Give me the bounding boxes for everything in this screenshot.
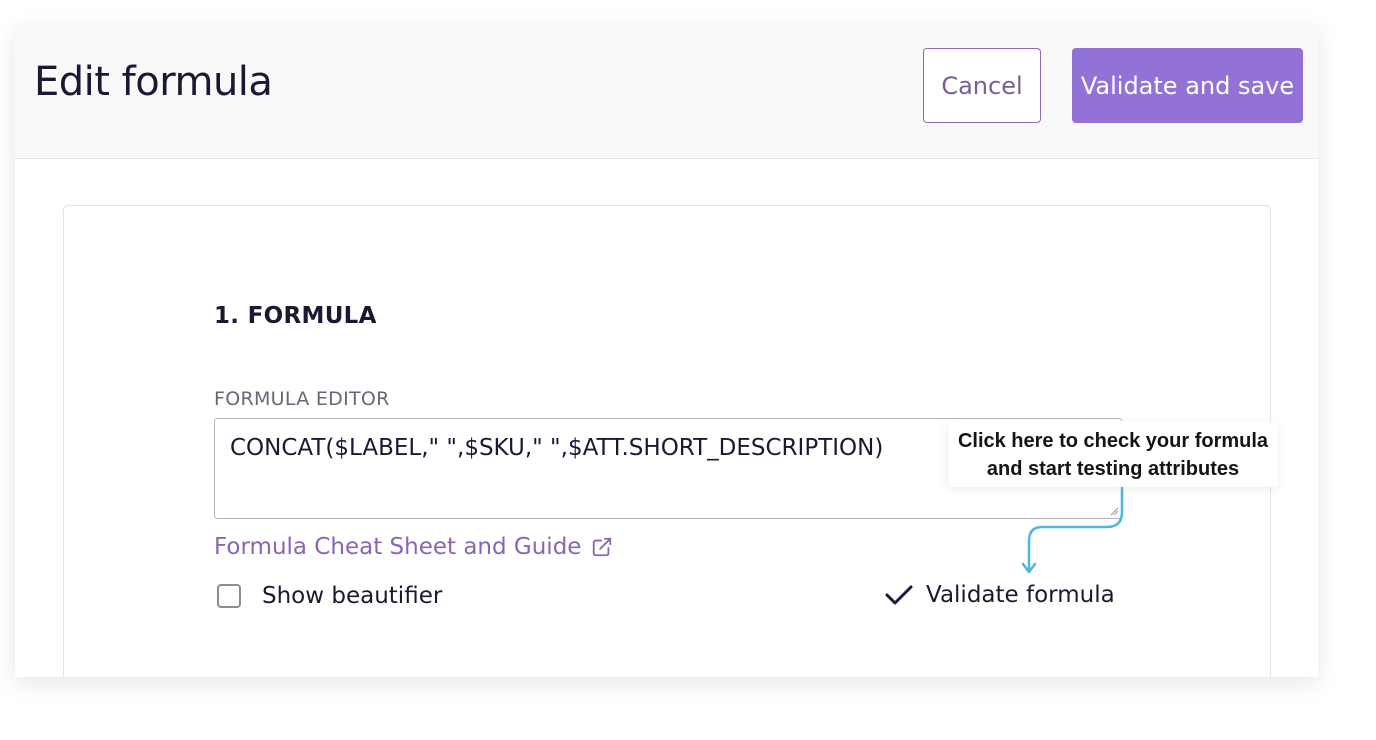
validate-formula-button[interactable]: Validate formula: [884, 582, 1115, 608]
formula-guide-link-label[interactable]: Formula Cheat Sheet and Guide: [214, 534, 581, 560]
callout-line-2: and start testing attributes: [986, 458, 1240, 480]
section-title: 1. FORMULA: [214, 303, 377, 329]
callout-arrow-icon: [1021, 486, 1124, 574]
check-icon: [885, 585, 913, 605]
formula-guide-link[interactable]: Formula Cheat Sheet and Guide: [214, 534, 613, 560]
callout-line-1: Click here to check your formula: [957, 430, 1269, 452]
show-beautifier-label[interactable]: Show beautifier: [262, 583, 442, 609]
header-bar: Edit formula Cancel Validate and save: [15, 25, 1318, 159]
edit-formula-panel: Edit formula Cancel Validate and save 1.…: [15, 25, 1318, 677]
formula-editor-label: FORMULA EDITOR: [214, 388, 390, 410]
validate-and-save-button[interactable]: Validate and save: [1072, 48, 1303, 123]
show-beautifier-checkbox[interactable]: [217, 584, 241, 608]
validate-formula-label[interactable]: Validate formula: [926, 582, 1115, 608]
external-link-icon[interactable]: [591, 536, 613, 558]
cancel-button[interactable]: Cancel: [923, 48, 1041, 123]
help-callout: Click here to check your formula and sta…: [948, 421, 1278, 487]
formula-editor-value[interactable]: CONCAT($LABEL," ",$SKU," ",$ATT.SHORT_DE…: [230, 435, 883, 461]
page-title: Edit formula: [34, 59, 273, 105]
beautifier-option[interactable]: Show beautifier: [217, 583, 442, 609]
